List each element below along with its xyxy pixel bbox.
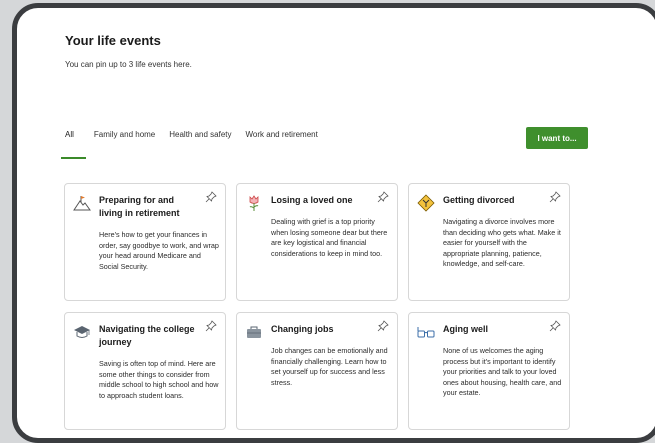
graduation-cap-icon: [74, 326, 90, 338]
pin-icon[interactable]: [549, 191, 561, 203]
life-event-card-aging[interactable]: Aging well None of us welcomes the aging…: [408, 312, 570, 430]
pin-icon[interactable]: [549, 320, 561, 332]
i-want-to-button[interactable]: I want to...: [526, 127, 588, 149]
tab-family-and-home[interactable]: Family and home: [94, 130, 155, 147]
life-events-panel: Your life events You can pin up to 3 lif…: [61, 8, 655, 438]
card-title: Changing jobs: [271, 324, 334, 334]
diverging-road-sign-icon: [417, 194, 435, 212]
card-title: Navigating the college journey: [99, 324, 195, 347]
life-event-card-jobs[interactable]: Changing jobs Job changes can be emotion…: [236, 312, 398, 430]
life-event-card-college[interactable]: Navigating the college journey Saving is…: [64, 312, 226, 430]
card-description: Navigating a divorce involves more than …: [443, 217, 561, 268]
card-description: Saving is often top of mind. Here are so…: [99, 359, 219, 400]
pin-icon[interactable]: [205, 320, 217, 332]
tab-work-and-retirement[interactable]: Work and retirement: [246, 130, 318, 147]
pin-icon[interactable]: [205, 191, 217, 203]
pin-icon[interactable]: [377, 191, 389, 203]
tab-all[interactable]: All: [61, 130, 86, 159]
page-title: Your life events: [65, 33, 161, 48]
card-description: None of us welcomes the aging process bu…: [443, 346, 562, 397]
tab-health-and-safety[interactable]: Health and safety: [169, 130, 231, 147]
device-frame: Your life events You can pin up to 3 lif…: [12, 3, 655, 443]
card-description: Here's how to get your finances in order…: [99, 230, 219, 271]
card-title: Losing a loved one: [271, 195, 353, 205]
card-title: Aging well: [443, 324, 488, 334]
card-title: Getting divorced: [443, 195, 515, 205]
category-tabs: All Family and home Health and safety Wo…: [61, 130, 332, 159]
eyeglasses-icon: [417, 327, 435, 338]
pin-icon[interactable]: [377, 320, 389, 332]
card-description: Dealing with grief is a top priority whe…: [271, 217, 388, 258]
briefcase-icon: [247, 326, 261, 338]
flag-mountain-icon: [73, 196, 91, 211]
card-title: Preparing for and living in retirement: [99, 195, 180, 218]
life-event-card-divorce[interactable]: Getting divorced Navigating a divorce in…: [408, 183, 570, 301]
page-subtitle: You can pin up to 3 life events here.: [65, 60, 192, 69]
life-event-card-loss[interactable]: Losing a loved one Dealing with grief is…: [236, 183, 398, 301]
card-description: Job changes can be emotionally and finan…: [271, 346, 388, 387]
tulip-icon: [249, 195, 259, 211]
life-event-card-retirement[interactable]: Preparing for and living in retirement H…: [64, 183, 226, 301]
